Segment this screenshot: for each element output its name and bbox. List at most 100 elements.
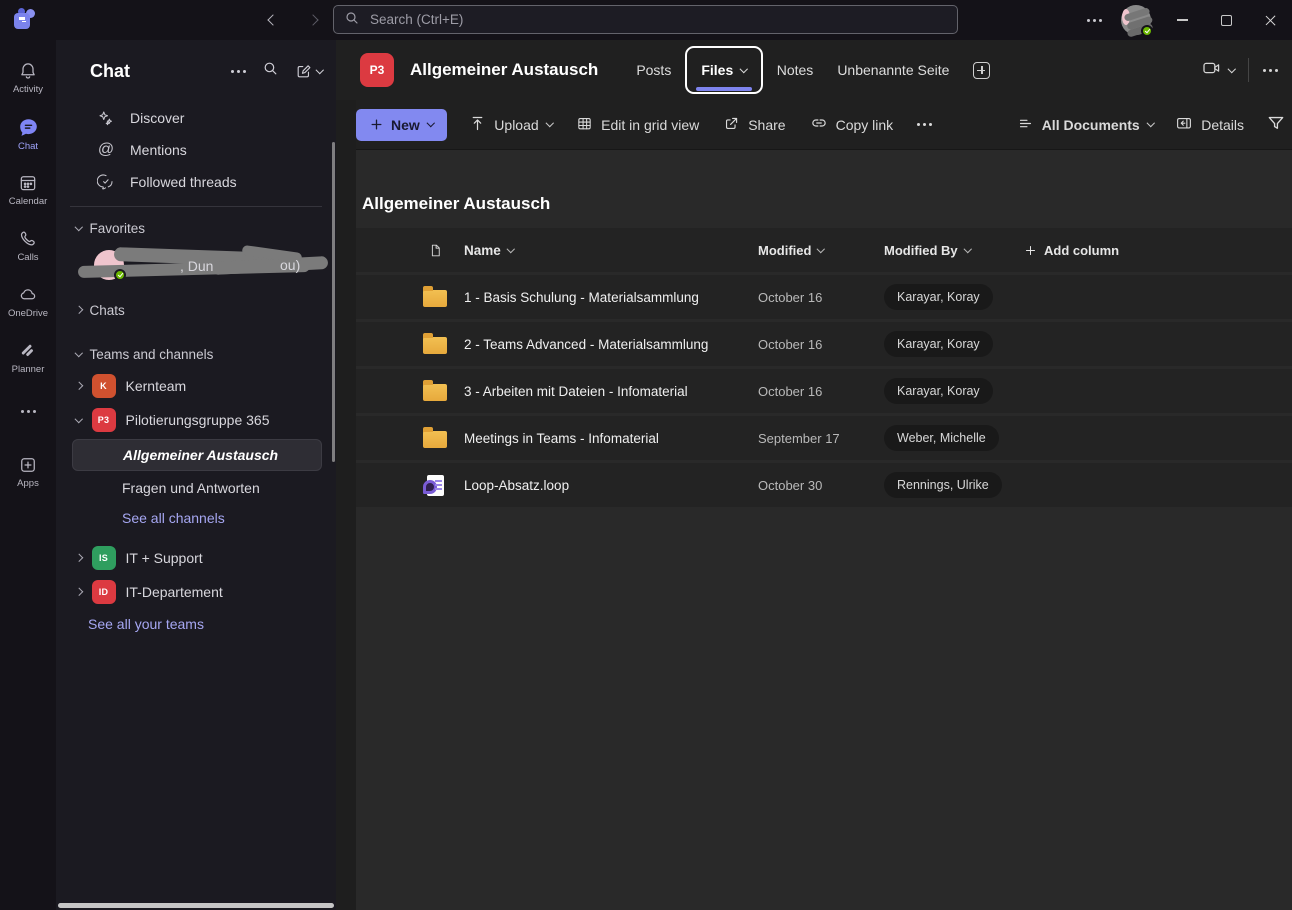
view-selector[interactable]: All Documents <box>1017 115 1154 135</box>
share-button[interactable]: Share <box>723 115 785 135</box>
channel-fragen-und-antworten[interactable]: Fragen und Antworten <box>56 473 336 503</box>
upload-button[interactable]: Upload <box>469 115 552 135</box>
file-type-column-icon[interactable] <box>420 228 450 272</box>
file-name-link[interactable]: Loop-Absatz.loop <box>464 463 569 507</box>
file-name-link[interactable]: Meetings in Teams - Infomaterial <box>464 416 659 460</box>
rail-item-calendar[interactable]: Calendar <box>0 162 56 218</box>
rail-item-chat[interactable]: Chat <box>0 106 56 162</box>
file-name-link[interactable]: 1 - Basis Schulung - Materialsammlung <box>464 275 699 319</box>
file-row[interactable]: 2 - Teams Advanced - Materialsammlung Oc… <box>356 322 1292 366</box>
modified-by-pill[interactable]: Rennings, Ulrike <box>884 472 1002 498</box>
file-name-link[interactable]: 2 - Teams Advanced - Materialsammlung <box>464 322 708 366</box>
meet-button[interactable] <box>1201 58 1235 83</box>
thread-check-icon <box>96 173 116 191</box>
file-row[interactable]: 1 - Basis Schulung - Materialsammlung Oc… <box>356 275 1292 319</box>
app-rail: Activity Chat Calendar Calls OneDrive <box>0 40 56 910</box>
rail-item-planner[interactable]: Planner <box>0 330 56 386</box>
channel-main: P3 Allgemeiner Austausch Posts Files Not… <box>336 40 1292 910</box>
chevron-down-icon <box>740 65 748 73</box>
table-header-row: Name Modified Modified By Add column <box>356 228 1292 272</box>
tab-files[interactable]: Files <box>685 46 762 94</box>
link-icon <box>810 114 828 135</box>
section-label: Chats <box>90 303 125 318</box>
tab-notes[interactable]: Notes <box>765 54 826 86</box>
team-pilotierungsgruppe-365[interactable]: P3 Pilotierungsgruppe 365 <box>56 403 336 437</box>
rail-item-onedrive[interactable]: OneDrive <box>0 274 56 330</box>
section-chats[interactable]: Chats <box>56 295 336 325</box>
details-button[interactable]: Details <box>1175 114 1244 135</box>
modified-by-pill[interactable]: Karayar, Koray <box>884 331 993 357</box>
rail-label: Calendar <box>9 196 48 207</box>
tab-unbenannte-seite[interactable]: Unbenannte Seite <box>825 54 961 86</box>
nav-back-icon[interactable] <box>262 7 284 33</box>
sidebar-item-discover[interactable]: Discover <box>56 102 336 134</box>
section-favorites[interactable]: Favorites <box>56 213 336 243</box>
column-header-name[interactable]: Name <box>464 228 513 272</box>
chevron-down-icon <box>546 119 554 127</box>
sidebar-search-icon[interactable] <box>262 60 279 82</box>
sidebar-item-followed-threads[interactable]: Followed threads <box>56 166 336 198</box>
file-row[interactable]: Loop-Absatz.loop October 30 Rennings, Ul… <box>356 463 1292 507</box>
minimize-button[interactable] <box>1160 0 1204 40</box>
calendar-icon <box>18 173 38 193</box>
nav-forward-icon[interactable] <box>302 7 324 33</box>
file-modified-date: October 30 <box>758 463 822 507</box>
channel-more-icon[interactable] <box>1263 69 1278 72</box>
favorite-chat-redacted[interactable]: , Dun ou) <box>92 245 328 289</box>
see-all-channels-link[interactable]: See all channels <box>56 503 336 533</box>
chat-bubble-icon <box>18 117 39 138</box>
presence-available-icon <box>114 269 126 281</box>
files-toolbar: New Upload Edit in grid view <box>356 100 1292 150</box>
search-input[interactable]: Search (Ctrl+E) <box>333 5 958 34</box>
add-column-button[interactable]: Add column <box>1024 228 1119 272</box>
team-avatar: K <box>92 374 116 398</box>
rail-more-apps-icon[interactable] <box>0 394 56 428</box>
team-avatar: ID <box>92 580 116 604</box>
channel-title: Allgemeiner Austausch <box>410 60 598 80</box>
channel-allgemeiner-austausch[interactable]: Allgemeiner Austausch <box>72 439 322 471</box>
active-tab-indicator <box>696 87 752 91</box>
modified-by-pill[interactable]: Karayar, Koray <box>884 284 993 310</box>
settings-more-icon[interactable] <box>1076 0 1112 40</box>
sidebar-horizontal-scrollbar[interactable] <box>58 903 334 908</box>
section-teams-and-channels[interactable]: Teams and channels <box>56 339 336 369</box>
rail-label: Activity <box>13 84 43 95</box>
team-it-departement[interactable]: ID IT-Departement <box>56 575 336 609</box>
close-button[interactable] <box>1248 0 1292 40</box>
copy-link-button[interactable]: Copy link <box>810 114 894 135</box>
add-tab-icon[interactable] <box>973 62 990 79</box>
filter-icon[interactable] <box>1266 113 1286 136</box>
see-all-your-teams-link[interactable]: See all your teams <box>56 609 336 639</box>
chevron-down-icon <box>1227 65 1235 73</box>
teams-logo-icon <box>14 9 38 31</box>
sidebar-more-icon[interactable] <box>231 70 246 73</box>
upload-icon <box>469 115 486 135</box>
file-modified-date: October 16 <box>758 322 822 366</box>
rail-item-activity[interactable]: Activity <box>0 50 56 106</box>
bell-icon <box>18 61 38 81</box>
column-header-modified-by[interactable]: Modified By <box>884 228 970 272</box>
team-it-support[interactable]: IS IT + Support <box>56 541 336 575</box>
rail-item-apps[interactable]: Apps <box>0 444 56 500</box>
new-button[interactable]: New <box>356 109 447 141</box>
channel-name: Fragen und Antworten <box>122 480 260 496</box>
column-header-modified[interactable]: Modified <box>758 228 824 272</box>
rail-item-calls[interactable]: Calls <box>0 218 56 274</box>
edit-in-grid-view-button[interactable]: Edit in grid view <box>576 115 699 135</box>
file-row[interactable]: 3 - Arbeiten mit Dateien - Infomaterial … <box>356 369 1292 413</box>
maximize-button[interactable] <box>1204 0 1248 40</box>
profile-avatar[interactable] <box>1112 0 1160 40</box>
modified-by-pill[interactable]: Weber, Michelle <box>884 425 999 451</box>
sidebar-scrollbar[interactable] <box>332 142 335 462</box>
new-chat-icon[interactable] <box>295 63 323 80</box>
modified-by-pill[interactable]: Karayar, Koray <box>884 378 993 404</box>
file-name-link[interactable]: 3 - Arbeiten mit Dateien - Infomaterial <box>464 369 688 413</box>
sidebar-item-mentions[interactable]: @ Mentions <box>56 134 336 166</box>
folder-icon <box>423 290 447 307</box>
search-placeholder: Search (Ctrl+E) <box>370 12 463 27</box>
file-row[interactable]: Meetings in Teams - Infomaterial Septemb… <box>356 416 1292 460</box>
team-avatar: P3 <box>92 408 116 432</box>
team-kernteam[interactable]: K Kernteam <box>56 369 336 403</box>
toolbar-more-icon[interactable] <box>917 123 932 126</box>
tab-posts[interactable]: Posts <box>624 54 683 86</box>
